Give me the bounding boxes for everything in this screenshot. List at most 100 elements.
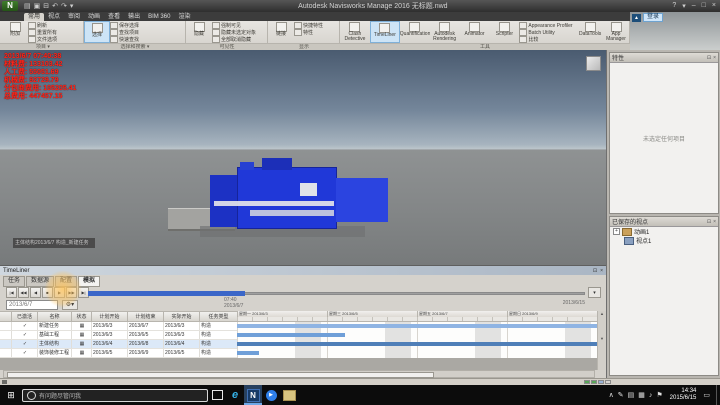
undo-icon[interactable]: ↶ (52, 2, 58, 10)
gantt-bar[interactable] (237, 333, 345, 337)
quick-find-button[interactable]: 快速查找 (110, 36, 184, 43)
close-button[interactable]: × (712, 2, 716, 10)
close-icon[interactable]: × (713, 219, 716, 225)
viewpoint-item-animation[interactable]: + 动画1 (610, 227, 718, 236)
taskbar-clock[interactable]: 14:34 2015/6/15 (670, 388, 697, 402)
task-row[interactable]: ✓ 基础工程 ▦ 2013/6/3 2013/6/5 2013/6/3 构造 (0, 331, 237, 340)
play-button[interactable]: ▶ (54, 287, 65, 298)
batch-utility-button[interactable]: Batch Utility (519, 29, 577, 36)
tab-bim360[interactable]: BIM 360 (144, 13, 174, 21)
expand-icon[interactable]: + (613, 228, 620, 235)
pin-icon[interactable]: ⊡ (593, 268, 597, 274)
simulation-slider-progress[interactable] (88, 291, 245, 296)
hide-button[interactable]: 隐藏 (186, 21, 212, 43)
open-icon[interactable]: ▤ (24, 2, 31, 10)
properties-button[interactable]: 特性 (294, 29, 338, 36)
quick-properties-button[interactable]: 快捷特性 (294, 22, 338, 29)
save-icon[interactable]: ▣ (34, 2, 41, 10)
tab-simulate[interactable]: 模拟 (78, 276, 101, 287)
pin-icon[interactable]: ⊡ (707, 219, 711, 225)
tab-configure[interactable]: 配置 (55, 276, 78, 287)
scripter-button[interactable]: Scripter (489, 21, 519, 43)
cortana-search-box[interactable]: 有问题尽管问我 (22, 388, 208, 402)
column-header-status[interactable]: 状态 (72, 312, 92, 321)
links-button[interactable]: 链接 (268, 21, 294, 43)
stop-button[interactable]: ■ (42, 287, 53, 298)
edge-taskbar-icon[interactable]: e (226, 385, 244, 405)
appearance-profiler-button[interactable]: Appearance Profiler (519, 22, 577, 29)
unhide-all-button[interactable]: 全部取消隐藏 (212, 36, 266, 43)
help-icon[interactable]: ? (672, 2, 676, 10)
sign-in-badge[interactable]: ▲ 登录 (632, 13, 664, 22)
tab-home[interactable]: 常用 (24, 13, 45, 21)
task-row[interactable]: ✓ 新建任务 ▦ 2013/6/3 2013/6/7 2013/6/3 构造 (0, 322, 237, 331)
column-header-planned-end[interactable]: 计划结束 (128, 312, 164, 321)
viewcube[interactable] (586, 56, 601, 71)
play-backwards-button[interactable]: ◀ (30, 287, 41, 298)
show-desktop-button[interactable] (716, 385, 720, 405)
close-icon[interactable]: × (713, 55, 716, 61)
task-row[interactable]: ✓ 装饰装修工程 ▦ 2013/6/5 2013/6/9 2013/6/5 构造 (0, 349, 237, 358)
gantt-bar[interactable] (237, 342, 597, 346)
start-button[interactable]: ⊞ (0, 385, 22, 405)
navisworks-taskbar-icon[interactable]: N (244, 385, 262, 405)
pen-icon[interactable]: ✎ (618, 391, 624, 399)
gantt-bar[interactable] (237, 324, 597, 328)
gantt-chart[interactable] (237, 322, 597, 358)
tab-viewpoint[interactable]: 视点 (44, 13, 64, 21)
column-header-planned-start[interactable]: 计划开始 (92, 312, 128, 321)
clash-detective-button[interactable]: Clash Detective (340, 21, 370, 43)
tab-output[interactable]: 输出 (124, 13, 144, 21)
animator-button[interactable]: Animator (460, 21, 490, 43)
hide-unselected-button[interactable]: 隐藏未选定对象 (212, 29, 266, 36)
step-forward-button[interactable]: ▶▶ (66, 287, 77, 298)
slider-dropdown-button[interactable]: ▾ (588, 287, 601, 298)
saved-viewpoints-titlebar[interactable]: 已保存的视点 ⊡ × (610, 217, 718, 227)
explorer-taskbar-icon[interactable] (280, 385, 298, 405)
tab-data-sources[interactable]: 数据源 (26, 276, 55, 287)
gantt-bar[interactable] (237, 351, 259, 355)
redo-icon[interactable]: ↷ (61, 2, 67, 10)
close-icon[interactable]: × (600, 268, 603, 274)
minimize-button[interactable]: – (692, 2, 696, 10)
media-player-taskbar-icon[interactable]: ▶ (262, 385, 280, 405)
tab-tasks[interactable]: 任务 (3, 276, 26, 287)
refresh-button[interactable]: 刷新 (28, 22, 82, 29)
vertical-scrollbar[interactable]: ▲ ▼ (597, 311, 606, 370)
timeliner-titlebar[interactable]: TimeLiner ⊡ × (0, 266, 606, 275)
horizontal-scrollbar[interactable] (3, 370, 595, 378)
task-view-button[interactable] (208, 385, 226, 405)
tab-review[interactable]: 审阅 (64, 13, 84, 21)
select-button[interactable]: 选择 (84, 21, 110, 43)
tray-grid-icon[interactable]: ▦ (638, 391, 645, 399)
quantification-button[interactable]: Quantification (400, 21, 430, 43)
task-row[interactable]: ✓ 主体结构 ▦ 2013/6/4 2013/6/8 2013/6/4 构造 (0, 340, 237, 349)
action-center-icon[interactable]: ▭ (703, 391, 710, 399)
tray-window-icon[interactable]: ▤ (628, 391, 635, 399)
maximize-button[interactable]: □ (702, 2, 706, 10)
app-manager-button[interactable]: App Manager (603, 21, 629, 43)
append-button[interactable]: 附加 (2, 21, 28, 43)
timeliner-button[interactable]: TimeLiner (369, 21, 400, 43)
infocenter-dropdown-icon[interactable]: ▾ (682, 2, 686, 10)
autodesk-rendering-button[interactable]: Autodesk Rendering (430, 21, 460, 43)
pin-icon[interactable]: ⊡ (707, 55, 711, 61)
viewport-3d[interactable]: 2013/6/7 07:40:38 材料费: 133103.42 人工费: 55… (0, 50, 606, 265)
column-header-active[interactable]: 已激活 (12, 312, 38, 321)
tray-expand-icon[interactable]: ∧ (609, 391, 614, 399)
find-items-button[interactable]: 查找项目 (110, 29, 184, 36)
column-header-name[interactable]: 名称 (38, 312, 72, 321)
volume-icon[interactable]: ♪ (649, 392, 653, 399)
column-header-actual-start[interactable]: 实际开始 (164, 312, 200, 321)
properties-panel-titlebar[interactable]: 特性 ⊡ × (610, 53, 718, 63)
save-selection-button[interactable]: 保存选择 (110, 22, 184, 29)
reset-all-button[interactable]: 重置所有 (28, 29, 82, 36)
viewpoint-item-view[interactable]: 视点1 (610, 236, 718, 245)
compare-button[interactable]: 比较 (519, 36, 577, 43)
column-header[interactable] (0, 312, 12, 321)
application-menu-button[interactable]: N (2, 1, 18, 11)
datatools-button[interactable]: DataTools (577, 21, 603, 43)
require-button[interactable]: 强制可见 (212, 22, 266, 29)
rewind-button[interactable]: |◀ (6, 287, 17, 298)
simulation-date-field[interactable]: 2013/6/7 (6, 300, 58, 310)
